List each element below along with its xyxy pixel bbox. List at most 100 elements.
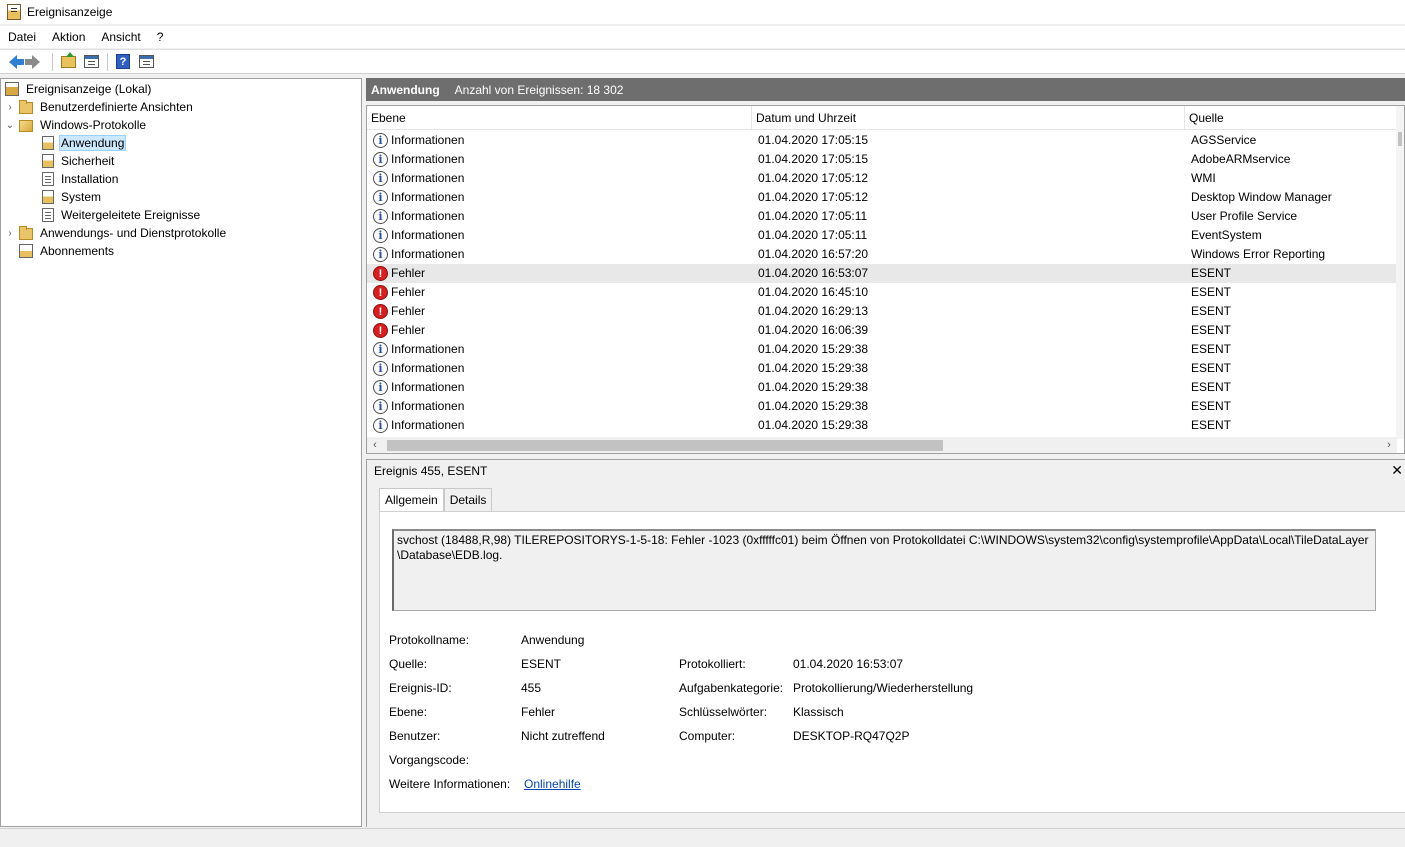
scroll-left-icon[interactable]: ‹ <box>367 437 383 453</box>
table-row[interactable]: i Informationen 01.04.2020 17:05:15 AdobeAR… <box>367 150 1397 169</box>
scroll-thumb[interactable] <box>1398 132 1402 146</box>
table-row[interactable]: ! Fehler 01.04.2020 16:29:13 ESENT <box>367 302 1397 321</box>
table-row[interactable]: i Informationen 01.04.2020 17:05:11 User Pr… <box>367 207 1397 226</box>
tree-item-custom-views[interactable]: › Benutzerdefinierte Ansichten <box>5 98 195 116</box>
horizontal-scrollbar[interactable]: ‹ › <box>367 437 1397 453</box>
value-quelle: ESENT <box>521 657 562 671</box>
tree-item-installation[interactable]: Installation <box>38 170 120 188</box>
forward-icon <box>25 54 40 69</box>
cell-date: 01.04.2020 15:29:38 <box>758 399 869 413</box>
scroll-right-icon[interactable]: › <box>1381 437 1397 453</box>
cell-level: Fehler <box>391 266 426 280</box>
table-row[interactable]: i Informationen 01.04.2020 17:05:15 AGSServ… <box>367 131 1397 150</box>
info-icon: i <box>373 209 388 224</box>
tree-item-subscriptions[interactable]: Abonnements <box>15 242 116 260</box>
menu-datei[interactable]: Datei <box>0 30 44 44</box>
value-aufgabenkategorie: Protokollierung/Wiederherstellung <box>793 681 974 695</box>
table-row[interactable]: i Informationen 01.04.2020 15:29:38 ESENT <box>367 359 1397 378</box>
info-icon: i <box>373 399 388 414</box>
value-protokollname: Anwendung <box>521 633 585 647</box>
menu-aktion[interactable]: Aktion <box>44 30 93 44</box>
back-icon <box>9 54 24 69</box>
log-icon <box>42 208 54 222</box>
table-row[interactable]: i Informationen 01.04.2020 17:05:11 EventSy… <box>367 226 1397 245</box>
cell-date: 01.04.2020 17:05:12 <box>758 171 869 185</box>
show-hide-tree-button[interactable] <box>80 52 102 72</box>
tab-details[interactable]: Details <box>443 488 493 512</box>
table-row[interactable]: i Informationen 01.04.2020 15:29:38 ESENT <box>367 378 1397 397</box>
folder-up-button[interactable] <box>57 51 79 72</box>
log-title: Anwendung <box>371 82 440 97</box>
table-row[interactable]: ! Fehler 01.04.2020 16:53:07 ESENT <box>367 264 1397 283</box>
cell-level: Informationen <box>391 380 465 394</box>
cell-level: Informationen <box>391 228 465 242</box>
event-message[interactable]: svchost (18488,R,98) TILEREPOSITORYS-1-5… <box>392 529 1376 611</box>
value-ereignis-id: 455 <box>521 681 542 695</box>
cell-source: ESENT <box>1191 323 1232 337</box>
label-quelle: Quelle: <box>389 657 428 671</box>
cell-source: ESENT <box>1191 361 1232 375</box>
table-row[interactable]: ! Fehler 01.04.2020 16:06:39 ESENT <box>367 321 1397 340</box>
show-hide-action-button[interactable] <box>135 52 157 72</box>
menu-ansicht[interactable]: Ansicht <box>93 30 148 44</box>
tree-item-windows-logs[interactable]: ⌄ Windows-Protokolle <box>5 116 148 134</box>
tree-item-label: Sicherheit <box>61 154 115 168</box>
column-header-datum[interactable]: Datum und Uhrzeit <box>752 106 1185 130</box>
event-viewer-icon <box>5 82 19 96</box>
tree-item-app-service-logs[interactable]: › Anwendungs- und Dienstprotokolle <box>5 224 228 242</box>
online-help-link[interactable]: Onlinehilfe <box>524 777 581 791</box>
table-row[interactable]: i Informationen 01.04.2020 15:29:38 ESENT <box>367 416 1397 435</box>
menu-help[interactable]: ? <box>149 30 172 44</box>
forward-button[interactable] <box>25 52 47 72</box>
log-icon <box>42 190 54 204</box>
log-icon <box>42 172 54 186</box>
table-row[interactable]: i Informationen 01.04.2020 15:29:38 ESENT <box>367 397 1397 416</box>
vertical-scrollbar[interactable] <box>1396 106 1404 439</box>
tab-allgemein[interactable]: Allgemein <box>379 488 444 513</box>
tree-item-sicherheit[interactable]: Sicherheit <box>38 152 116 170</box>
column-header-quelle[interactable]: Quelle <box>1185 106 1397 130</box>
help-button[interactable]: ? <box>112 52 134 72</box>
info-icon: i <box>373 418 388 433</box>
cell-level: Informationen <box>391 209 465 223</box>
cell-source: ESENT <box>1191 285 1232 299</box>
chevron-right-icon[interactable]: › <box>5 102 15 113</box>
chevron-down-icon[interactable]: ⌄ <box>5 120 15 131</box>
table-row[interactable]: i Informationen 01.04.2020 15:29:38 ESENT <box>367 340 1397 359</box>
cell-level: Informationen <box>391 418 465 432</box>
cell-source: AdobeARMservice <box>1191 152 1291 166</box>
chevron-right-icon[interactable]: › <box>5 228 15 239</box>
cell-source: User Profile Service <box>1191 209 1298 223</box>
show-hide-tree-icon <box>83 55 99 68</box>
log-header-bar: Anwendung Anzahl von Ereignissen: 18 302 <box>366 78 1405 101</box>
toolbar-separator <box>107 52 108 71</box>
table-row[interactable]: i Informationen 01.04.2020 17:05:12 Desktop… <box>367 188 1397 207</box>
label-schluesselwoerter: Schlüsselwörter: <box>679 705 768 719</box>
tree-item-root[interactable]: Ereignisanzeige (Lokal) <box>5 80 153 98</box>
tree-item-weitergeleitete[interactable]: Weitergeleitete Ereignisse <box>38 206 202 224</box>
table-row[interactable]: i Informationen 01.04.2020 17:05:12 WMI <box>367 169 1397 188</box>
tree-item-anwendung[interactable]: Anwendung <box>38 134 127 152</box>
scroll-thumb[interactable] <box>387 440 943 451</box>
event-viewer-app-icon <box>7 4 21 20</box>
folder-icon <box>19 100 33 114</box>
folder-up-icon <box>60 51 76 68</box>
tree-item-label: Ereignisanzeige (Lokal) <box>26 82 152 96</box>
column-header-ebene[interactable]: Ebene <box>367 106 752 130</box>
cell-source: EventSystem <box>1191 228 1262 242</box>
cell-date: 01.04.2020 16:45:10 <box>758 285 869 299</box>
tree-item-system[interactable]: System <box>38 188 103 206</box>
cell-level: Informationen <box>391 361 465 375</box>
cell-date: 01.04.2020 16:57:20 <box>758 247 869 261</box>
tab-general-content: svchost (18488,R,98) TILEREPOSITORYS-1-5… <box>379 511 1405 813</box>
info-icon: i <box>373 190 388 205</box>
cell-source: ESENT <box>1191 380 1232 394</box>
cell-level: Informationen <box>391 247 465 261</box>
error-icon: ! <box>373 285 388 300</box>
back-button[interactable] <box>2 52 24 72</box>
table-row[interactable]: i Informationen 01.04.2020 16:57:20 Windows… <box>367 245 1397 264</box>
show-hide-action-icon <box>138 55 154 68</box>
table-row[interactable]: ! Fehler 01.04.2020 16:45:10 ESENT <box>367 283 1397 302</box>
cell-source: ESENT <box>1191 304 1232 318</box>
close-icon[interactable]: ✕ <box>1391 462 1403 479</box>
